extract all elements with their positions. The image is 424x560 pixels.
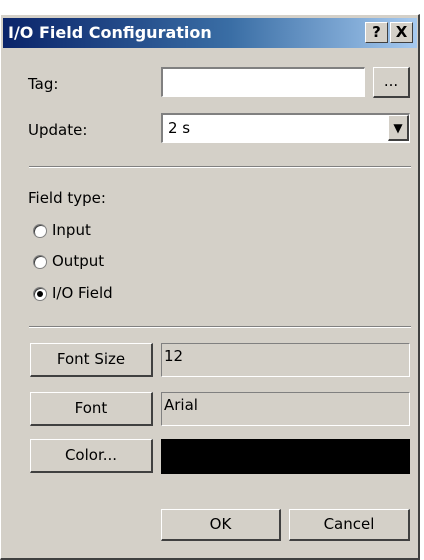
radio-button-icon[interactable]	[33, 224, 47, 238]
separator	[29, 166, 411, 168]
radio-io-field-label[interactable]: I/O Field	[52, 284, 113, 302]
radio-button-selected-icon[interactable]	[33, 287, 47, 301]
font-size-button[interactable]: Font Size	[30, 343, 153, 377]
help-button[interactable]: ?	[365, 22, 388, 43]
ok-button[interactable]: OK	[161, 509, 281, 541]
color-swatch	[161, 439, 410, 474]
chevron-down-icon[interactable]: ▼	[388, 115, 409, 141]
separator	[29, 326, 411, 328]
field-type-label: Field type:	[28, 189, 106, 207]
font-value: Arial	[161, 392, 410, 426]
radio-output-label[interactable]: Output	[52, 252, 104, 270]
radio-dot-icon	[37, 291, 43, 297]
update-select[interactable]: 2 s ▼	[161, 113, 410, 143]
close-button[interactable]: X	[390, 22, 413, 43]
title-bar[interactable]: I/O Field Configuration ? X	[3, 18, 417, 48]
color-button[interactable]: Color...	[30, 439, 153, 473]
dialog-title: I/O Field Configuration	[8, 23, 212, 42]
cancel-button[interactable]: Cancel	[289, 509, 410, 541]
font-button[interactable]: Font	[30, 392, 153, 426]
io-field-configuration-dialog: I/O Field Configuration ? X Tag: ... Upd…	[0, 14, 420, 560]
tag-label: Tag:	[28, 75, 59, 93]
tag-input[interactable]	[161, 67, 365, 97]
radio-input-label[interactable]: Input	[52, 221, 91, 239]
font-size-value: 12	[161, 343, 410, 377]
tag-browse-button[interactable]: ...	[373, 67, 410, 98]
update-select-value: 2 s	[168, 119, 191, 137]
update-label: Update:	[28, 121, 88, 139]
ok-button-label: OK	[209, 515, 232, 533]
radio-button-icon[interactable]	[33, 255, 47, 269]
